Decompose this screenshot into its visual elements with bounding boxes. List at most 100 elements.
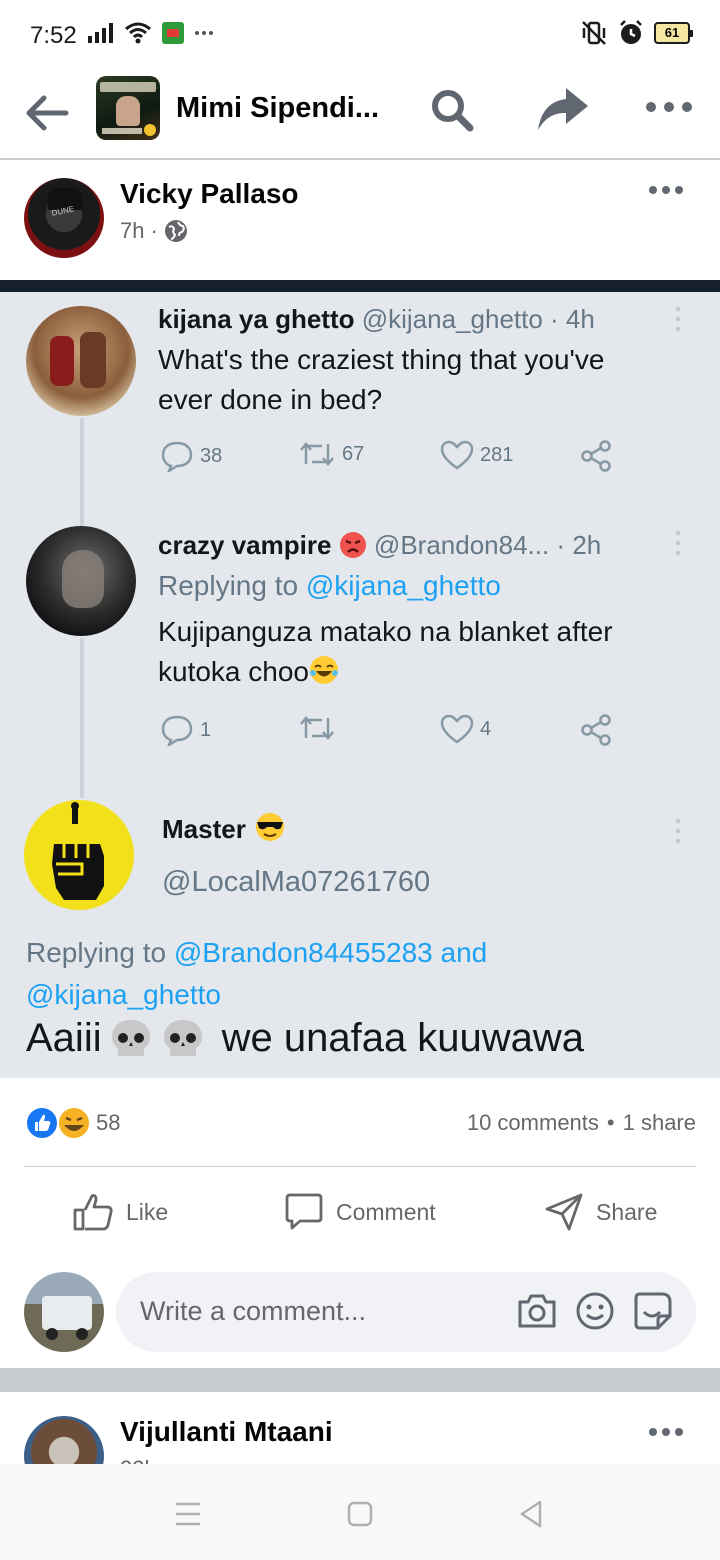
tweet-retweet: 67 [298,440,364,468]
system-nav-bar [0,1464,720,1560]
status-time: 7:52 [30,22,77,49]
emoji-icon[interactable] [574,1290,616,1332]
tweet-text-line: ever done in bed? [158,384,383,415]
next-post-time[interactable]: 22h [120,1456,157,1464]
divider [24,1166,696,1167]
retweet-icon [300,716,334,740]
tweet-share [580,714,612,746]
back-arrow-icon[interactable] [22,88,72,138]
tweet-handle: @kijana_ghetto [361,304,543,334]
thumbs-up-icon [73,1194,113,1231]
feed-separator [0,1368,720,1392]
group-thumbnail[interactable] [96,76,160,140]
alarm-icon [620,20,642,44]
status-right-icons: 61 [580,20,693,46]
reply-icon [161,715,193,746]
tweet-reply: 38 [160,440,222,472]
like-count: 281 [480,443,514,466]
replying-prefix: Replying to [26,937,167,968]
tweet-handle: @LocalMa07261760 [162,866,431,898]
tweet-actions: 1 4 [160,714,620,754]
reply-mention: @kijana_ghetto [305,570,501,601]
comments-count[interactable]: 10 comments [467,1110,599,1136]
tweet-share-icon [581,440,611,472]
next-post-avatar[interactable] [24,1416,104,1464]
globe-icon [164,220,187,242]
tweet-share [580,440,612,472]
tweet-header: crazy vampire @Brandon84... · 2h [158,530,601,561]
tweet-author: Master [162,814,246,844]
reply-mention: @kijana_ghetto [26,979,222,1010]
back-nav-icon[interactable] [512,1494,552,1534]
tweet-avatar [24,800,134,910]
retweet-count: 67 [342,442,365,465]
status-bar: 7:52 61 [0,0,720,72]
tweet-author: crazy vampire [158,530,332,560]
user-avatar[interactable] [24,1272,104,1352]
comment-composer: Write a comment... [0,1258,720,1368]
tweet-more-icon [675,818,681,844]
fist-icon [52,802,104,900]
reactions-bar: 58 10 comments • 1 share [0,1078,720,1168]
tweet-text-start: Aaiii [26,1016,102,1060]
like-count: 4 [480,717,492,740]
like-button[interactable]: Like [72,1192,168,1232]
share-button[interactable]: Share [544,1192,657,1232]
post-meta: 7h · [120,218,188,244]
tweet-like: 4 [440,714,491,744]
tweet-text-end: we unafaa kuuwawa [221,1016,585,1060]
like-label: Like [126,1198,169,1225]
battery-indicator: 61 [654,22,693,44]
post-time[interactable]: 7h [120,218,144,244]
tweet-share-icon [581,714,611,746]
tweet-handle-line: @LocalMa07261760 [162,866,430,899]
image-top-bar [0,280,720,292]
tweet-time: · 4h [550,304,595,334]
laughing-emoji-icon [310,656,338,684]
tweet-header: Master [162,812,287,845]
reaction-icons[interactable] [24,1106,94,1140]
retweet-icon [300,442,334,466]
tweet-header: kijana ya ghetto @kijana_ghetto · 4h [158,304,595,335]
home-nav-icon[interactable] [340,1494,380,1534]
angry-emoji-icon [339,532,366,558]
share-arrow-icon[interactable] [534,84,590,134]
summary-dot: • [606,1110,615,1135]
next-post-more-icon[interactable] [648,1424,684,1440]
comment-label: Comment [336,1198,436,1225]
wifi-icon [125,22,151,44]
search-icon[interactable] [428,86,476,134]
camera-icon[interactable] [516,1290,558,1332]
shares-count[interactable]: 1 share [623,1110,696,1136]
replying-prefix: Replying to [158,570,299,601]
replying-to: Replying to @kijana_ghetto [158,570,501,602]
menu-nav-icon[interactable] [168,1494,208,1534]
reply-count: 38 [200,444,223,467]
tweet-text-line: What's the craziest thing that you've [158,344,605,375]
author-avatar[interactable]: DUNE [24,178,104,258]
tweet-retweet [298,714,342,742]
reply-mention: @Brandon84455283 and [173,937,488,968]
reply-count: 1 [200,718,212,741]
group-title[interactable]: Mimi Sipendi... [176,92,379,125]
sticker-icon[interactable] [632,1290,674,1332]
next-post-author[interactable]: Vijullanti Mtaani [120,1416,333,1448]
comment-input[interactable]: Write a comment... [116,1272,696,1352]
thread-line [80,418,84,528]
author-name[interactable]: Vicky Pallaso [120,178,299,210]
meta-separator: · [150,218,158,243]
signal-icon [88,23,113,43]
tweet-author: kijana ya ghetto [158,304,355,334]
tweet-more-icon [675,306,681,332]
paper-plane-icon [545,1193,583,1231]
next-post: Vijullanti Mtaani 22h [0,1392,720,1464]
tweet-text: What's the craziest thing that you've ev… [158,340,604,420]
reaction-count[interactable]: 58 [96,1110,120,1136]
post-more-icon[interactable] [648,182,684,198]
skull-emoji-icon [111,1019,150,1056]
app-bar: Mimi Sipendi... [0,72,720,160]
share-label: Share [596,1198,658,1225]
sunglasses-emoji-icon [256,813,285,841]
more-options-icon[interactable] [644,94,694,120]
comment-button[interactable]: Comment [284,1192,436,1232]
